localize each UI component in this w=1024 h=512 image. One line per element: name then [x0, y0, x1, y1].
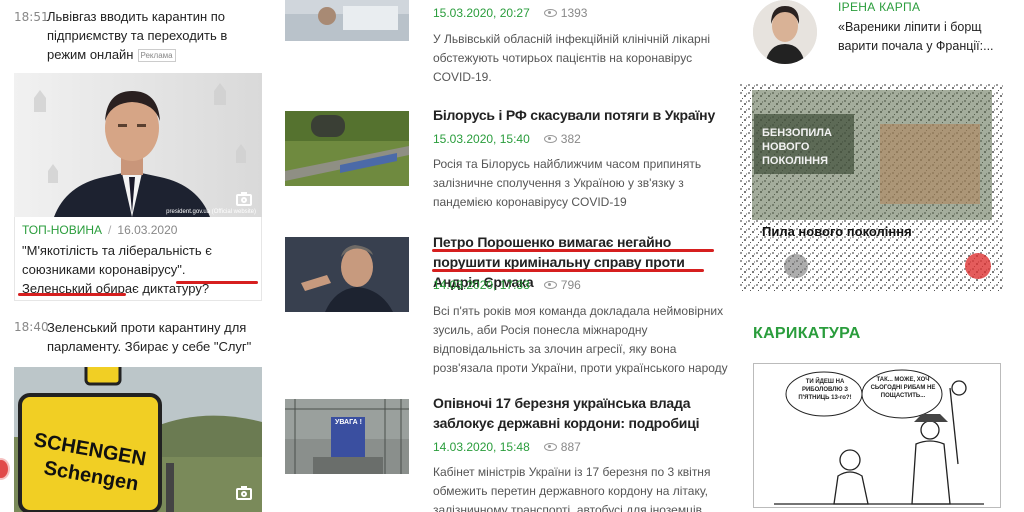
article-description: У Львівській обласній інфекційній клініч… [433, 32, 710, 84]
photo-caption: president.gov.ua (Official website) [166, 209, 256, 215]
article-meta: 14.03.2020, 15:48 887 [433, 440, 581, 454]
camera-icon [236, 486, 252, 500]
author-avatar[interactable] [753, 0, 817, 64]
underline-annotation [176, 281, 258, 284]
article-date: 15.03.2020, 15:40 [433, 132, 530, 146]
article-date: 15.03.2020, 20:27 [433, 6, 530, 20]
top-news-title[interactable]: "М'якотілість та ліберальність є союзник… [22, 241, 258, 298]
author-name[interactable]: ІРЕНА КАРПА [838, 0, 920, 14]
article-thumbnail[interactable]: УВАГА ! [285, 399, 409, 474]
article-description: Всі п'ять років моя команда докладала не… [433, 304, 728, 375]
border-sign-text: УВАГА ! [335, 419, 362, 426]
top-news-date: 16.03.2020 [117, 223, 178, 237]
floating-button[interactable] [0, 458, 10, 480]
news-link[interactable]: Львівгаз вводить карантин по підприємств… [47, 7, 265, 64]
article-thumbnail[interactable] [285, 237, 409, 312]
ad-banner[interactable]: БЕНЗОПИЛА НОВОГО ПОКОЛІННЯ Пила нового п… [740, 84, 1004, 292]
article-description: Росія та Білорусь найближчим часом припи… [433, 157, 702, 209]
caricature-heading[interactable]: КАРИКАТУРА [753, 325, 861, 343]
article-description: Кабінет міністрів України із 17 березня … [433, 465, 711, 512]
schengen-photo[interactable]: SCHENGEN Schengen [14, 367, 262, 512]
views-count: 1393 [543, 6, 587, 20]
underline-annotation [432, 269, 704, 272]
eye-icon [543, 135, 557, 143]
views-count: 887 [543, 440, 581, 454]
news-page: 18:51 Львівгаз вводить карантин по підпр… [0, 0, 1024, 512]
bubble-text: ТАК... МОЖЕ, ХОЧ СЬОГОДНІ РИБАМ НЕ ПОЩАС… [870, 377, 936, 399]
eye-icon [543, 443, 557, 451]
article-thumbnail[interactable] [285, 111, 409, 186]
news-time: 18:40 [14, 320, 49, 334]
author-quote[interactable]: «Вареники ліпити і борщ варити почала у … [838, 18, 1008, 56]
article-thumbnail[interactable] [285, 0, 409, 41]
top-news-card[interactable]: ТОП-НОВИНА / 16.03.2020 "М'якотілість та… [14, 217, 262, 301]
article-title[interactable]: Опівночі 17 березня українська влада заб… [433, 393, 733, 433]
ad-banner-text: БЕНЗОПИЛА НОВОГО ПОКОЛІННЯ [762, 127, 832, 167]
news-title[interactable]: Зеленський проти карантину для парламент… [47, 318, 265, 356]
article-meta: 15.03.2020, 15:40 382 [433, 132, 581, 146]
article-meta: 15.03.2020, 20:27 1393 [433, 6, 587, 20]
underline-annotation [18, 293, 126, 296]
article-title[interactable]: Білорусь і РФ скасували потяги в Україну [433, 105, 733, 125]
article-meta: 14.03.2020, 17:33 796 [433, 278, 581, 292]
top-news-badge: ТОП-НОВИНА [22, 223, 103, 237]
article-date: 14.03.2020, 17:33 [433, 278, 530, 292]
article-date: 14.03.2020, 15:48 [433, 440, 530, 454]
camera-icon [236, 192, 252, 206]
views-count: 796 [543, 278, 581, 292]
bubble-text: ТИ ЙДЕШ НА РИБОЛОВЛЮ З П'ЯТНИЦЬ 13-го?! [798, 379, 852, 401]
separator: / [108, 223, 112, 237]
news-time: 18:51 [14, 10, 49, 24]
caricature-image[interactable]: ТИ ЙДЕШ НА РИБОЛОВЛЮ З П'ЯТНИЦЬ 13-го?! … [753, 363, 1001, 508]
eye-icon [543, 281, 557, 289]
underline-annotation [432, 249, 714, 252]
top-news-photo[interactable]: president.gov.ua (Official website) [14, 73, 262, 217]
views-count: 382 [543, 132, 581, 146]
eye-icon [543, 9, 557, 17]
ad-label: Реклама [137, 49, 176, 63]
ad-title[interactable]: Пила нового покоління [762, 224, 912, 239]
